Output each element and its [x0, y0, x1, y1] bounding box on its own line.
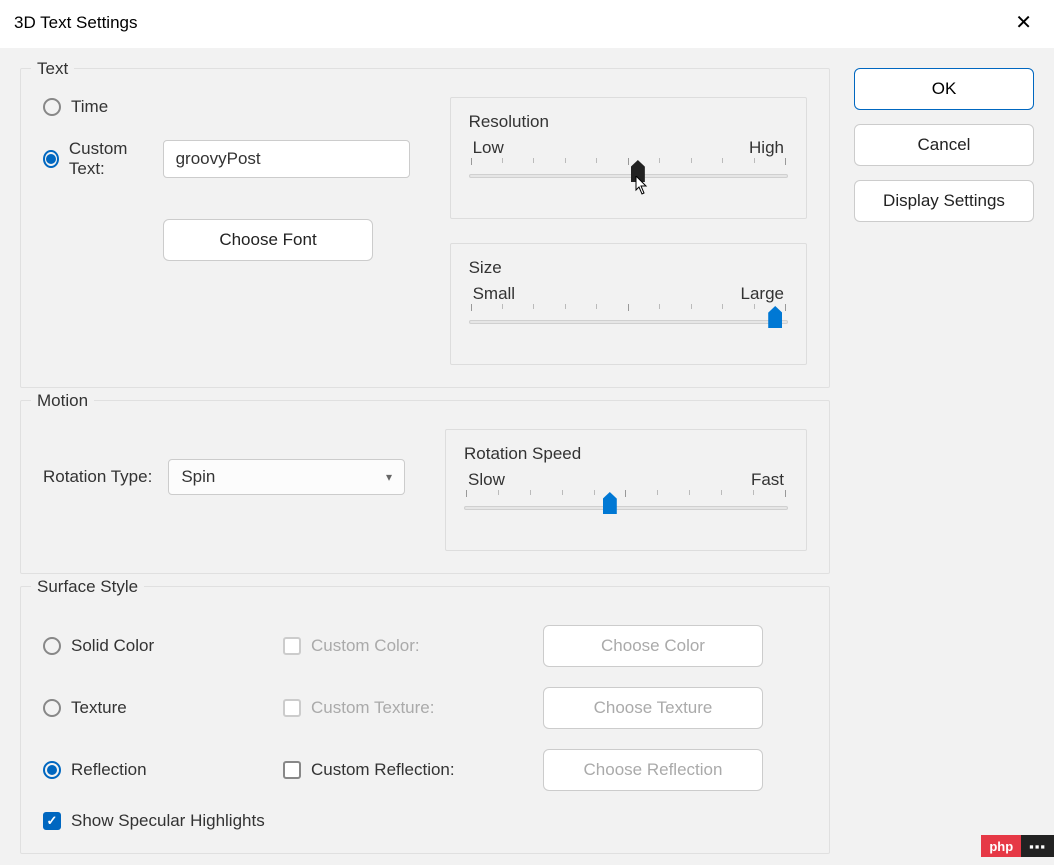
rotation-type-select[interactable]: Spin ▾ [168, 459, 405, 495]
rotation-speed-title: Rotation Speed [464, 444, 788, 464]
size-small-label: Small [473, 284, 516, 304]
custom-reflection-label: Custom Reflection: [311, 760, 455, 780]
text-group-title: Text [31, 59, 74, 79]
texture-label: Texture [71, 698, 127, 718]
close-icon[interactable]: ✕ [1007, 6, 1040, 39]
size-large-label: Large [741, 284, 784, 304]
choose-reflection-button: Choose Reflection [543, 749, 763, 791]
rotation-speed-group: Rotation Speed Slow Fast [445, 429, 807, 551]
custom-text-radio-row[interactable]: Custom Text: [43, 139, 410, 179]
text-group: Text Time Custom Text: Choose Font [20, 68, 830, 388]
surface-style-group: Surface Style Solid Color Custom Color: … [20, 586, 830, 854]
reflection-radio[interactable] [43, 761, 61, 779]
solid-color-radio[interactable] [43, 637, 61, 655]
speed-fast-label: Fast [751, 470, 784, 490]
solid-color-label: Solid Color [71, 636, 154, 656]
choose-font-button[interactable]: Choose Font [163, 219, 373, 261]
custom-color-label: Custom Color: [311, 636, 420, 656]
choose-texture-button: Choose Texture [543, 687, 763, 729]
left-column: Text Time Custom Text: Choose Font [20, 68, 830, 865]
motion-group-title: Motion [31, 391, 94, 411]
speed-slow-label: Slow [468, 470, 505, 490]
size-slider[interactable] [469, 312, 788, 334]
texture-radio[interactable] [43, 699, 61, 717]
resolution-high-label: High [749, 138, 784, 158]
specular-checkbox[interactable] [43, 812, 61, 830]
specular-checkbox-row[interactable]: Show Specular Highlights [43, 811, 265, 831]
resolution-title: Resolution [469, 112, 788, 132]
rotation-type-value: Spin [181, 467, 215, 487]
custom-texture-label: Custom Texture: [311, 698, 434, 718]
rotation-type-label: Rotation Type: [43, 467, 152, 487]
choose-color-button: Choose Color [543, 625, 763, 667]
resolution-low-label: Low [473, 138, 504, 158]
ok-button[interactable]: OK [854, 68, 1034, 110]
custom-text-input[interactable] [163, 140, 410, 178]
custom-text-label: Custom Text: [69, 139, 153, 179]
solid-color-radio-row[interactable]: Solid Color [43, 636, 283, 656]
time-label: Time [71, 97, 108, 117]
custom-color-checkbox [283, 637, 301, 655]
watermark-right: ▪▪▪ [1021, 835, 1054, 857]
titlebar: 3D Text Settings ✕ [0, 0, 1054, 45]
window-title: 3D Text Settings [14, 13, 137, 33]
custom-reflection-checkbox[interactable] [283, 761, 301, 779]
watermark-left: php [981, 835, 1021, 857]
reflection-radio-row[interactable]: Reflection [43, 760, 283, 780]
right-column: OK Cancel Display Settings [854, 68, 1034, 865]
specular-label: Show Specular Highlights [71, 811, 265, 831]
reflection-label: Reflection [71, 760, 147, 780]
custom-text-radio[interactable] [43, 150, 59, 168]
size-group: Size Small Large [450, 243, 807, 365]
display-settings-button[interactable]: Display Settings [854, 180, 1034, 222]
motion-group: Motion Rotation Type: Spin ▾ Rotation Sp… [20, 400, 830, 574]
chevron-down-icon: ▾ [386, 470, 392, 484]
custom-texture-checkbox [283, 699, 301, 717]
resolution-slider[interactable] [469, 166, 788, 188]
watermark: php ▪▪▪ [981, 835, 1054, 857]
time-radio[interactable] [43, 98, 61, 116]
resolution-group: Resolution Low High [450, 97, 807, 219]
size-title: Size [469, 258, 788, 278]
time-radio-row[interactable]: Time [43, 97, 410, 117]
surface-style-title: Surface Style [31, 577, 144, 597]
dialog-body: Text Time Custom Text: Choose Font [0, 48, 1054, 865]
cancel-button[interactable]: Cancel [854, 124, 1034, 166]
texture-radio-row[interactable]: Texture [43, 698, 283, 718]
rotation-speed-slider[interactable] [464, 498, 788, 520]
